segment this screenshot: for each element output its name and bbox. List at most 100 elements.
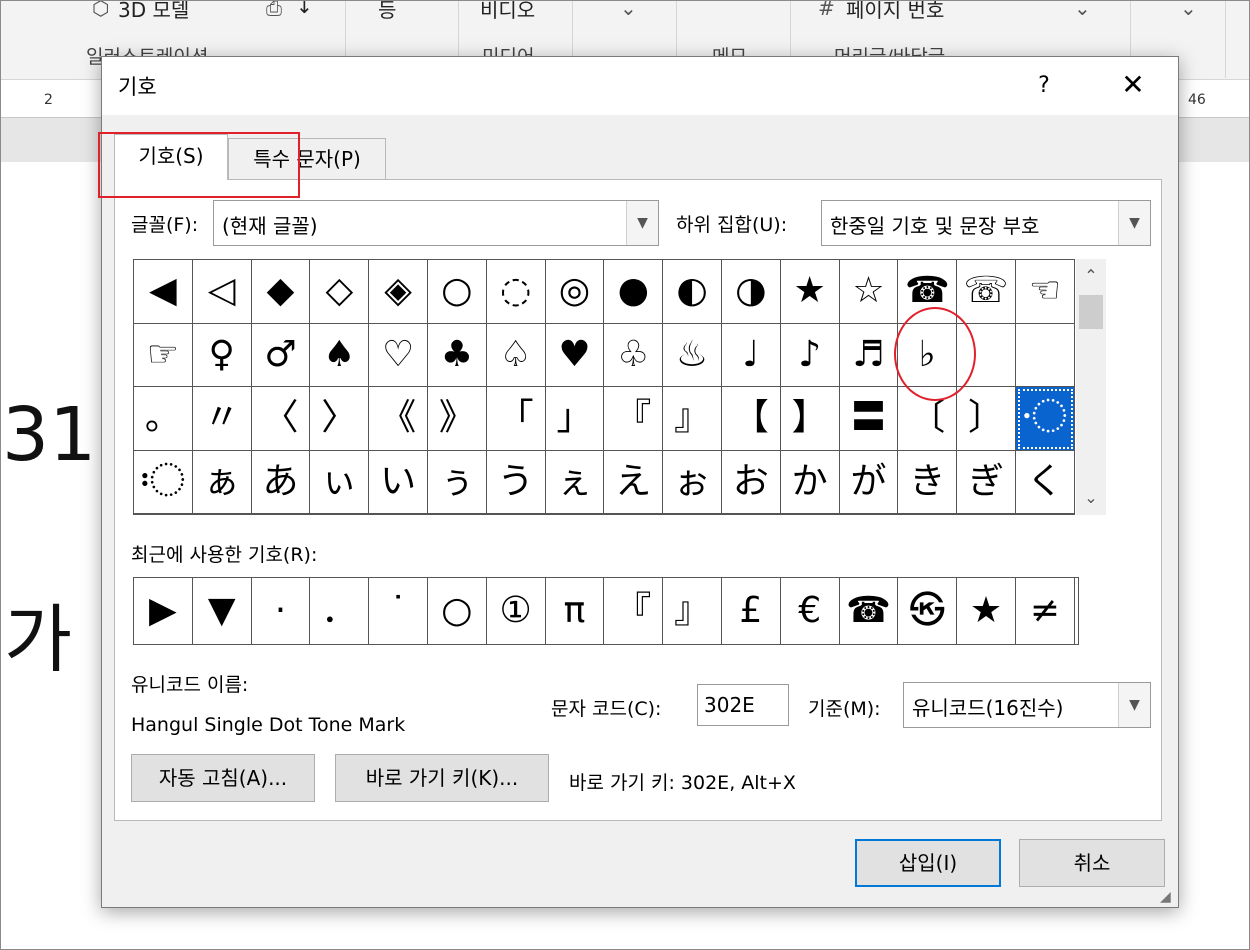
symbol-cell[interactable]: 】 [780,387,840,451]
recent-symbol-cell[interactable]: ★ [957,578,1016,644]
recent-symbol-cell[interactable]: ≠ [1016,578,1075,644]
recent-symbol-cell[interactable]: π [546,578,605,644]
symbol-cell[interactable]: ぁ [192,450,252,514]
symbol-cell[interactable]: ☆ [839,260,899,324]
recent-symbol-cell[interactable]: ▼ [193,578,252,644]
symbol-cell[interactable]: ♧ [604,323,664,387]
symbol-cell[interactable]: ◑ [721,260,781,324]
symbol-cell[interactable]: ♬ [839,323,899,387]
symbol-cell[interactable]: 「 [486,387,546,451]
recent-symbols-grid[interactable]: ▶ ▼ · ． ˙ ○ ① π 『』 £ € ☎ ㉿ ★ ≠ [133,577,1079,645]
symbol-cell[interactable]: ○ [427,260,487,324]
recent-symbol-cell[interactable]: ▶ [134,578,193,644]
symbol-cell[interactable]: ♤ [486,323,546,387]
chevron-down-icon[interactable]: ⌄ [1074,0,1091,20]
symbol-cell[interactable]: 【 [721,387,781,451]
chevron-down-icon[interactable]: ⌄ [620,0,637,20]
resize-grip-icon[interactable]: ◢ [1160,889,1176,905]
symbol-cell[interactable]: く [1015,450,1074,514]
recent-symbol-cell[interactable]: · [252,578,311,644]
symbol-cell[interactable]: ♩ [721,323,781,387]
ribbon-video-button[interactable]: 비디오 [480,0,535,23]
symbol-cell[interactable]: ♠ [310,323,370,387]
symbol-cell[interactable]: 《 [369,387,428,451]
recent-symbol-cell[interactable]: 『 [604,578,664,644]
symbol-cell[interactable]: ◁ [192,260,252,324]
insert-button[interactable]: 삽입(I) [855,839,1001,887]
symbol-cell[interactable]: あ [251,450,311,514]
recent-symbol-cell[interactable]: 』 [663,578,722,644]
autocorrect-button[interactable]: 자동 고침(A)... [131,754,315,802]
symbol-cell[interactable]: 》 [427,387,487,451]
symbol-cell[interactable]: ぃ [310,450,370,514]
symbol-cell[interactable]: 」 [545,387,605,451]
symbol-cell[interactable]: か [780,450,840,514]
symbol-cell[interactable]: ぉ [663,450,722,514]
from-combobox[interactable]: 유니코드(16진수) ▼ [903,682,1151,728]
font-combobox[interactable]: (현재 글꼴) ▼ [213,200,659,246]
recent-symbol-cell[interactable]: ① [487,578,546,644]
symbol-cell[interactable] [1015,323,1074,387]
recent-symbol-cell[interactable]: ． [310,578,370,644]
chevron-down-icon[interactable]: ⌄ [1180,0,1197,20]
symbol-cell[interactable]: 』 [663,387,722,451]
symbol-cell[interactable]: ◇ [310,260,370,324]
char-code-input[interactable]: 302E [697,684,789,726]
symbol-cell[interactable]: き [898,450,958,514]
symbol-cell[interactable]: 。 [134,387,193,451]
recent-symbol-cell[interactable]: ○ [428,578,487,644]
symbol-cell[interactable]: ◎ [545,260,605,324]
recent-symbol-cell[interactable]: ☎ [840,578,899,644]
symbol-cell[interactable]: ぎ [957,450,1016,514]
symbol-cell[interactable]: ◀ [134,260,193,324]
symbol-cell[interactable]: 『 [604,387,664,451]
screenshot-icon[interactable]: ⎙ [266,0,282,20]
ribbon-addins-button[interactable]: 등 [378,0,396,23]
symbol-cell[interactable]: 〯 [134,450,193,514]
ribbon-page-number-button[interactable]: 페이지 번호 [846,0,944,23]
recent-symbol-cell[interactable]: € [781,578,840,644]
symbol-cell[interactable]: ぅ [427,450,487,514]
chevron-down-icon[interactable]: ▼ [1118,683,1150,727]
symbol-cell[interactable]: ◈ [369,260,428,324]
dialog-title-bar[interactable]: 기호 ? ✕ [102,57,1178,115]
symbol-cell[interactable]: ぇ [545,450,605,514]
symbol-cell[interactable]: ♀ [192,323,252,387]
scroll-down-icon[interactable]: ⌄ [1076,481,1106,515]
symbol-cell[interactable]: え [604,450,664,514]
symbol-cell[interactable]: ♨ [663,323,722,387]
symbol-cell[interactable]: 〃 [192,387,252,451]
symbol-cell[interactable]: ★ [780,260,840,324]
symbol-cell[interactable]: が [839,450,899,514]
symbol-cell[interactable]: 〈 [251,387,311,451]
symbol-cell[interactable]: ◌ [486,260,546,324]
shortcut-key-button[interactable]: 바로 가기 키(K)... [335,754,549,802]
symbol-cell[interactable]: 〓 [839,387,899,451]
symbol-grid-scrollbar[interactable]: ⌃ ⌄ [1076,259,1106,515]
ribbon-dropdown-arrow[interactable]: ↓ [296,0,313,18]
recent-symbol-cell[interactable]: ㉿ [898,578,958,644]
chevron-down-icon[interactable]: ▼ [626,201,658,245]
symbol-cell[interactable]: ◐ [663,260,722,324]
symbol-cell[interactable]: う [486,450,546,514]
symbol-cell[interactable]: ● [604,260,664,324]
symbol-cell[interactable]: ♪ [780,323,840,387]
chevron-down-icon[interactable]: ▼ [1118,201,1150,245]
symbol-cell[interactable]: 〕 [957,387,1016,451]
recent-symbol-cell[interactable]: ˙ [369,578,428,644]
symbol-cell[interactable]: ◆ [251,260,311,324]
help-button[interactable]: ? [1019,65,1069,107]
scrollbar-thumb[interactable] [1079,295,1103,329]
symbol-cell[interactable]: ☞ [134,323,193,387]
subset-combobox[interactable]: 한중일 기호 및 문장 부호 ▼ [821,200,1151,246]
cancel-button[interactable]: 취소 [1019,839,1165,887]
tab-symbols[interactable]: 기호(S) [114,134,228,180]
symbol-cell[interactable]: い [369,450,428,514]
symbol-cell[interactable]: ☜ [1015,260,1074,324]
symbol-cell[interactable]: ♣ [427,323,487,387]
close-button[interactable]: ✕ [1106,65,1160,107]
symbol-cell[interactable]: 〮 [1015,387,1074,451]
symbol-cell[interactable]: ☏ [957,260,1016,324]
symbol-cell[interactable]: ♡ [369,323,428,387]
symbol-cell[interactable]: ♂ [251,323,311,387]
